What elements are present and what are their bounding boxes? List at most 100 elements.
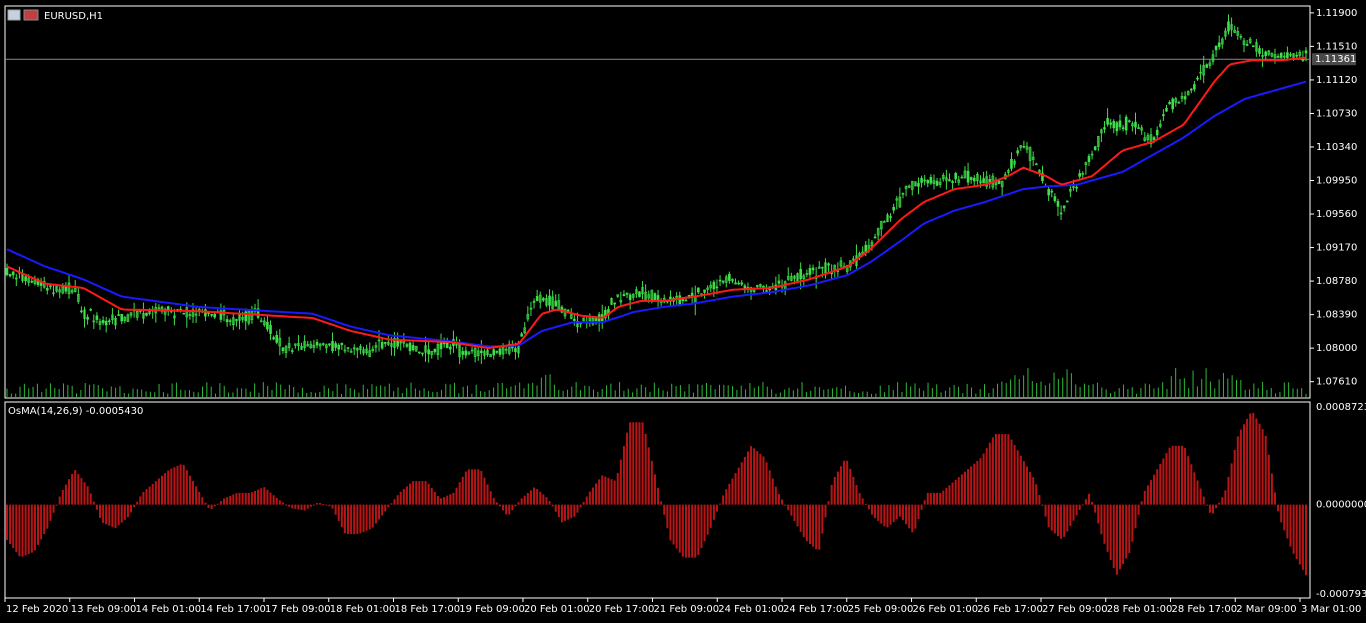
osma-bar	[390, 503, 393, 505]
candle-body	[1118, 120, 1122, 128]
osma-bar	[1125, 504, 1128, 559]
osma-bar	[381, 504, 384, 516]
candle-body	[687, 294, 691, 297]
osma-bar	[790, 504, 793, 516]
osma-bar	[179, 464, 182, 505]
osma-bar	[1060, 504, 1063, 539]
candle-body	[1196, 77, 1199, 80]
osma-bar	[1072, 504, 1075, 521]
osma-bar	[483, 477, 486, 505]
osma-bar	[551, 504, 554, 507]
osma-bar	[415, 481, 418, 505]
osma-bar	[632, 422, 635, 505]
candle-body	[290, 350, 294, 352]
candle-body	[1214, 45, 1218, 51]
osma-bar	[269, 492, 272, 505]
candle-body	[1251, 45, 1255, 48]
osma-bar	[1277, 504, 1280, 512]
osma-bar	[1112, 504, 1115, 569]
osma-bar	[759, 453, 762, 505]
osma-bar	[418, 481, 421, 505]
candle-body	[926, 180, 930, 184]
osma-bar	[1149, 480, 1152, 505]
osma-bar	[1305, 504, 1307, 576]
candle-body	[954, 172, 957, 180]
osma-bar	[725, 489, 728, 505]
osma-bar	[626, 432, 629, 505]
osma-bar	[1022, 461, 1025, 505]
osma-bar	[393, 499, 396, 505]
osma-bar	[1087, 493, 1090, 505]
osma-bar	[1242, 424, 1245, 505]
osma-bar	[694, 504, 697, 558]
osma-bar	[520, 498, 523, 505]
osma-bar	[932, 492, 935, 505]
candle-body	[1295, 54, 1298, 57]
osma-bar	[1295, 504, 1298, 560]
osma-bar	[412, 481, 415, 505]
osma-bar	[257, 489, 260, 505]
candle-body	[1279, 52, 1283, 58]
osma-bar	[105, 504, 108, 525]
osma-bar	[244, 492, 247, 505]
candle-body	[684, 299, 688, 302]
osma-bar	[1177, 445, 1180, 505]
osma-bar	[1016, 450, 1019, 505]
time-tick-label: 17 Feb 09:00	[265, 604, 331, 615]
time-tick-label: 3 Mar 01:00	[1301, 604, 1361, 615]
osma-bar	[424, 481, 427, 505]
osma-bar	[1190, 464, 1193, 505]
osma-bar	[855, 485, 858, 505]
osma-bar	[1063, 504, 1066, 537]
osma-bar	[616, 473, 619, 505]
candle-body	[656, 295, 660, 300]
osma-bar	[954, 479, 957, 505]
osma-bar	[920, 504, 923, 510]
osma-bar	[821, 504, 824, 534]
time-tick-label: 14 Feb 01:00	[136, 604, 202, 615]
osma-bar	[1140, 501, 1143, 505]
osma-bar	[133, 504, 136, 508]
osma-bar	[846, 460, 849, 505]
osma-bar	[564, 504, 567, 521]
osma-bar	[371, 504, 374, 528]
osma-bar	[827, 501, 830, 505]
osma-bar	[523, 495, 526, 505]
osma-bar	[548, 501, 551, 505]
candle-body	[1109, 122, 1112, 125]
price-tick-label: 1.09950	[1316, 176, 1357, 187]
osma-bar	[796, 504, 799, 527]
osma-bar	[684, 504, 687, 558]
candle-body	[548, 295, 551, 306]
osma-tick-label: 0.0000000	[1316, 500, 1366, 511]
osma-bar	[877, 504, 880, 521]
osma-bar	[154, 481, 157, 505]
osma-bar	[1032, 477, 1035, 505]
candle-body	[328, 343, 331, 346]
osma-bar	[1261, 429, 1264, 505]
osma-bar	[805, 504, 808, 542]
osma-bar	[898, 504, 901, 517]
osma-bar	[1165, 453, 1168, 505]
candle-body	[532, 301, 536, 303]
candle-body	[892, 206, 895, 211]
osma-bar	[1004, 434, 1007, 505]
candle-body	[542, 298, 545, 301]
osma-bar	[474, 469, 477, 505]
osma-bar	[951, 482, 954, 505]
candle-body	[442, 342, 446, 345]
candle-body	[1093, 146, 1097, 150]
time-tick-label: 26 Feb 17:00	[977, 604, 1043, 615]
current-price-label: 1.11361	[1315, 54, 1356, 65]
osma-bar	[746, 451, 749, 505]
osma-bar	[542, 494, 545, 505]
candle-body	[1304, 50, 1308, 54]
osma-bar	[464, 471, 467, 505]
osma-bar	[1246, 418, 1249, 505]
osma-bar	[1047, 504, 1050, 528]
candle-body	[1047, 188, 1050, 196]
candle-body	[445, 342, 449, 349]
price-tick-label: 1.09560	[1316, 209, 1357, 220]
osma-bar	[297, 504, 300, 510]
osma-bar	[40, 504, 43, 540]
